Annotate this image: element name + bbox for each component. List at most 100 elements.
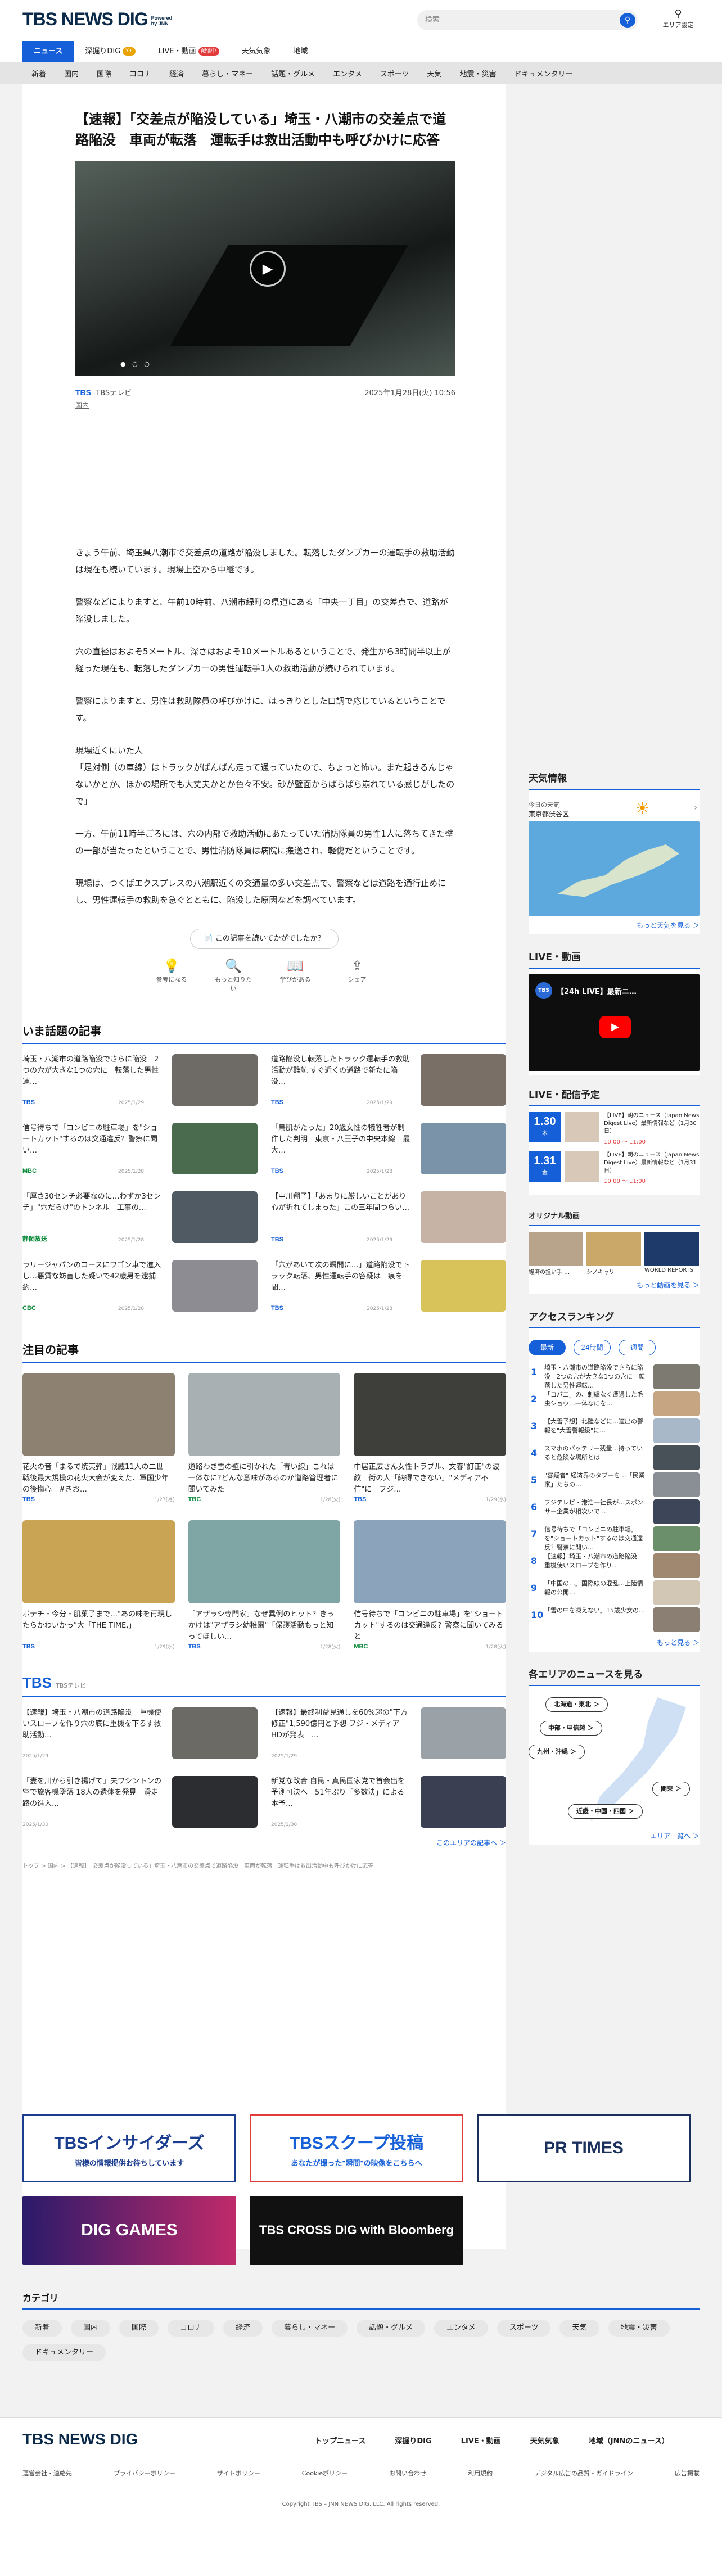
ranking-item[interactable]: 6 フジテレビ・港浩一社長が…スポンサー企業が相次いで… <box>529 1498 700 1525</box>
category-tag[interactable]: ドキュメンタリー <box>22 2344 106 2361</box>
category-nav-item[interactable]: 天気 <box>418 68 450 79</box>
trending-item[interactable]: 埼玉・八潮市の道路陥没でさらに陥没 2つの穴が大きな1つの穴に 転落した男性運…… <box>22 1054 258 1110</box>
region-button[interactable]: 近畿・中国・四国 ＞ <box>568 1804 643 1819</box>
featured-item[interactable]: 花火の音「まるで焼夷弾」戦威11人の二世 戦後最大規模の花火大会が変えた、軍国少… <box>22 1373 175 1504</box>
trending-item[interactable]: 「鳥肌がたった」20歳女性の犠牲者が制作した判明 東京・八王子の中央本線 最大…… <box>271 1123 506 1179</box>
schedule-item[interactable]: 1.30 木 【LIVE】朝のニュース（Japan News Digest Live… <box>529 1112 700 1147</box>
footer-link[interactable]: 地域（JNNのニュース） <box>589 2435 669 2446</box>
footer-link[interactable]: 天気気象 <box>530 2435 559 2446</box>
search-icon[interactable]: ⚲ <box>620 13 635 28</box>
footer-logo[interactable]: TBS NEWS DIG <box>22 2430 138 2448</box>
category-tag[interactable]: スポーツ <box>497 2320 551 2337</box>
category-tag[interactable]: 新着 <box>22 2320 62 2337</box>
category-tag[interactable]: 国内 <box>71 2320 111 2337</box>
footer-sublink[interactable]: サイトポリシー <box>217 2469 260 2478</box>
ranking-item[interactable]: 10 「雪の中を凍えない」15歳少女の… <box>529 1606 700 1633</box>
ranking-item[interactable]: 1 埼玉・八潮市の道路陥没でさらに陥没 2つの穴が大きな1つの穴に 転落した男性運… <box>529 1363 700 1390</box>
trending-item[interactable]: 道路陥没し転落したトラック運転手の救助活動が難航 すぐ近くの道路で新たに陥没… T… <box>271 1054 506 1110</box>
banner-5[interactable]: TBS CROSS DIG with Bloomberg <box>250 2196 463 2265</box>
footer-sublink[interactable]: プライバシーポリシー <box>114 2469 175 2478</box>
category-nav-item[interactable]: エンタメ <box>324 68 371 79</box>
ranking-item[interactable]: 7 信号待ちで「コンビニの駐車場」を"ショートカット"するのは交通違反？警察に聞い… <box>529 1525 700 1552</box>
category-nav-item[interactable]: 経済 <box>160 68 193 79</box>
footer-sublink[interactable]: デジタル広告の品質・ガイドライン <box>534 2469 633 2478</box>
category-nav-item[interactable]: コロナ <box>120 68 160 79</box>
weather-map[interactable] <box>529 821 700 916</box>
ranking-item[interactable]: 3 【大雪予想】北陸などに…適出の警報を"大雪警報級"に… <box>529 1417 700 1444</box>
footer-sublink[interactable]: 広告掲載 <box>675 2469 700 2478</box>
footer-sublink[interactable]: Cookieポリシー <box>302 2469 348 2478</box>
region-button[interactable]: 北海道・東北 ＞ <box>545 1697 608 1712</box>
category-nav-item[interactable]: 国際 <box>88 68 120 79</box>
tbs-item[interactable]: 新党な改合 自民・真民国家党で首会出を予測可決へ 51年ぶり「多数決」による本予… <box>271 1776 506 1832</box>
main-nav-item[interactable]: ニュース <box>22 41 74 62</box>
featured-item[interactable]: ポテチ・今分・肌菓子まで…"あの味を再現したらかわいかっ"大「THE TIME,… <box>22 1520 175 1652</box>
category-tag[interactable]: コロナ <box>168 2320 215 2337</box>
category-tag[interactable]: エンタメ <box>434 2320 488 2337</box>
category-nav-item[interactable]: 新着 <box>22 68 55 79</box>
play-icon[interactable]: ▶ <box>250 251 286 287</box>
region-button[interactable]: 関東 ＞ <box>652 1782 690 1796</box>
youtube-play-icon[interactable]: ▶ <box>599 1016 631 1038</box>
feedback-question-button[interactable]: 📄 この記事を読いてかがでしたか？ <box>189 929 339 949</box>
article-source[interactable]: TBS TBSテレビ <box>75 387 132 397</box>
weather-more-link[interactable]: もっと天気を見る ＞ <box>529 916 700 930</box>
region-button[interactable]: 中部・甲信越 ＞ <box>540 1721 602 1736</box>
footer-link[interactable]: 深掘りDIG <box>395 2435 431 2446</box>
region-button[interactable]: 九州・沖縄 ＞ <box>529 1745 585 1759</box>
banner-1[interactable]: TBSインサイダーズ 皆様の情報提供お待ちしています <box>22 2114 236 2182</box>
original-video-item[interactable]: 経済の担い手 … <box>529 1232 583 1276</box>
category-nav-item[interactable]: 話題・グルメ <box>262 68 324 79</box>
trending-item[interactable]: 「厚さ30センチ必要なのに…わずか3センチ」"穴だらけ"のトンネル 工事の… 静岡… <box>22 1191 258 1248</box>
search-input[interactable]: 検索 ⚲ <box>417 10 638 30</box>
category-tag[interactable]: 地震・災害 <box>608 2320 670 2337</box>
tbs-item[interactable]: 【速報】最終利益見通しを60%超の"下方修正"1,590億円と予想 フジ・メディ… <box>271 1707 506 1764</box>
ranking-more-link[interactable]: もっと見る ＞ <box>529 1633 700 1647</box>
banner-2[interactable]: TBSスクープ投稿 あなたが撮った"瞬間"の映像をこちらへ <box>250 2114 463 2182</box>
feedback-option[interactable]: 📖 学びがある <box>275 957 315 993</box>
trending-item[interactable]: ラリージャパンのコースにワゴン車で進入し…悪質な妨害した疑いで42歳男を逮捕 約… <box>22 1260 258 1316</box>
ranking-tab[interactable]: 最新 <box>529 1340 566 1355</box>
category-tag[interactable]: 経済 <box>223 2320 263 2337</box>
original-video-item[interactable]: シノキャリ <box>586 1232 641 1276</box>
featured-item[interactable]: 「アザラシ専門家」なぜ異例のヒット？きっかけは"アザラシ幼稚園"「保護活動もっと… <box>188 1520 341 1652</box>
category-tag[interactable]: 暮らし・マネー <box>272 2320 348 2337</box>
banner-3[interactable]: PR TIMES <box>477 2114 691 2182</box>
category-nav-item[interactable]: スポーツ <box>371 68 418 79</box>
article-category-link[interactable]: 国内 <box>75 400 89 410</box>
category-tag[interactable]: 国際 <box>119 2320 159 2337</box>
region-more-link[interactable]: エリア一覧へ ＞ <box>529 1827 700 1841</box>
ranking-item[interactable]: 4 スマホのバッテリー残量…持っていると危険な場所とは <box>529 1444 700 1471</box>
article-video-player[interactable]: ▶ ● ○ ○ <box>75 161 455 376</box>
main-nav-item[interactable]: 天気気象 <box>231 41 282 62</box>
banner-4[interactable]: DIG GAMES <box>22 2196 236 2265</box>
footer-sublink[interactable]: 利用規約 <box>468 2469 493 2478</box>
footer-sublink[interactable]: お問い合わせ <box>389 2469 426 2478</box>
ranking-item[interactable]: 5 "容疑者" 経済界のタブーを…「民業家」たちの… <box>529 1471 700 1498</box>
ranking-item[interactable]: 8 【速報】埼玉・八潮市の道路陥没 重機使いスロープを作り… <box>529 1552 700 1579</box>
original-more-link[interactable]: もっと動画を見る ＞ <box>529 1276 700 1290</box>
trending-item[interactable]: 「穴があいて次の瞬間に…」道路陥没でトラック転落、男性運転手の容疑は 痕を聞… T… <box>271 1260 506 1316</box>
featured-item[interactable]: 道路わき雪の壁に引かれた「青い線」これは一体なに?どんな意味があるのか道路管理者… <box>188 1373 341 1504</box>
trending-item[interactable]: 【中川翔子】「あまりに厳しいことがあり心が折れてしまった」この三年間つらい… TB… <box>271 1191 506 1248</box>
tbs-item[interactable]: 【速報】埼玉・八潮市の道路陥没 重機使いスロープを作り穴の底に重機を下ろす救助活… <box>22 1707 258 1764</box>
footer-link[interactable]: トップニュース <box>315 2435 365 2446</box>
site-logo[interactable]: TBS NEWS DIG Powered by JNN <box>22 9 176 30</box>
main-nav-item[interactable]: 深掘りDIG Y+ <box>74 41 147 62</box>
ranking-tab[interactable]: 週間 <box>619 1340 656 1355</box>
category-nav-item[interactable]: 暮らし・マネー <box>193 68 262 79</box>
feedback-option[interactable]: ⇪ シェア <box>337 957 377 993</box>
main-nav-item[interactable]: LIVE・動画 配信中 <box>147 41 230 62</box>
category-nav-item[interactable]: ドキュメンタリー <box>506 68 582 79</box>
original-video-item[interactable]: WORLD REPORTS <box>644 1232 699 1276</box>
trending-item[interactable]: 信号待ちで「コンビニの駐車場」を"ショートカット"するのは交通違反？警察に聞い…… <box>22 1123 258 1179</box>
carousel-dots[interactable]: ● ○ ○ <box>120 360 152 368</box>
feedback-option[interactable]: 💡 参考になる <box>151 957 192 993</box>
featured-item[interactable]: 中居正広さん女性トラブル、文春"訂正"の波紋 街の人「納得できない」"メディア不… <box>354 1373 506 1504</box>
tbs-item[interactable]: 「妻を川から引き揚げて」夫ワシントンの空で旅客機墜落 18人の遺体を発見 滑走路… <box>22 1776 258 1832</box>
area-settings-button[interactable]: ⚲ エリア設定 <box>661 8 695 29</box>
featured-item[interactable]: 信号待ちで「コンビニの駐車場」を"ショートカット"するのは交通違反？警察に聞いて… <box>354 1520 506 1652</box>
breadcrumb[interactable]: トップ > 国内 > 【速報】「交差点が陥没している」埼玉・八潮市の交差点で道路… <box>22 1847 506 1869</box>
ranking-item[interactable]: 2 「コバエ」の、刺繍なく遭遇した毛虫ショウ…一体なにを… <box>529 1390 700 1417</box>
category-tag[interactable]: 天気 <box>559 2320 599 2337</box>
